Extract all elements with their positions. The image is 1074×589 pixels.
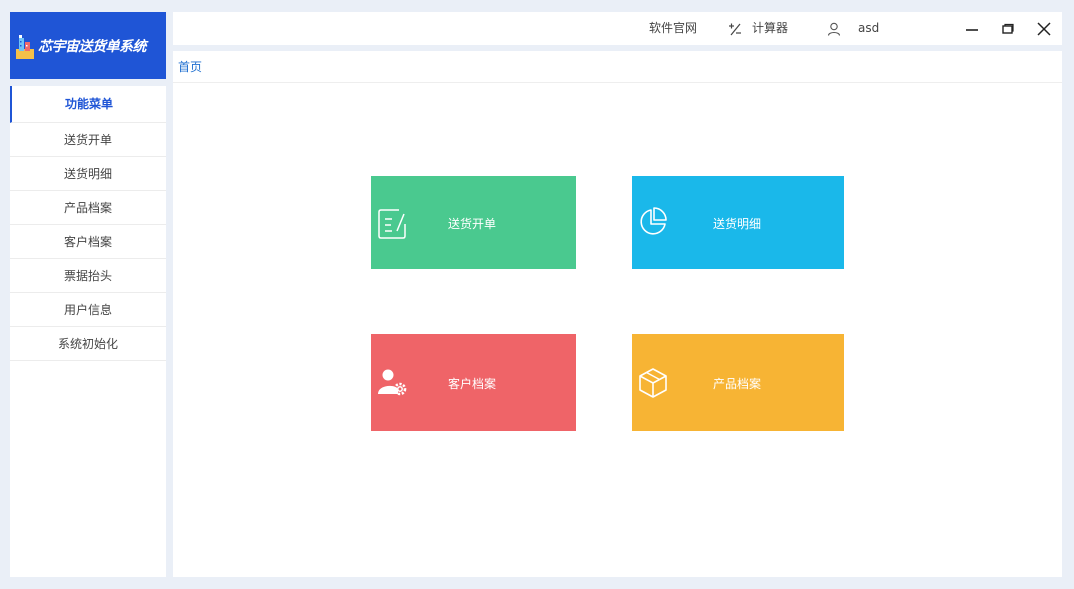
website-link[interactable]: 软件官网 [649,12,697,45]
username: asd [858,21,880,35]
website-label: 软件官网 [649,21,698,35]
user-settings-icon [378,369,407,396]
box-icon [639,368,667,398]
sidebar-item-invoice-header[interactable]: 票据抬头 [10,259,166,293]
tile-delivery-details[interactable]: 送货明细 [632,176,844,269]
maximize-button[interactable] [1000,21,1016,37]
tile-label: 客户档案 [448,377,497,391]
tile-label: 送货开单 [448,217,497,231]
calculator-button[interactable]: 计算器 [728,12,788,45]
sidebar-item-system-init[interactable]: 系统初始化 [10,327,166,361]
app-logo: 芯宇宙送货单系统 [10,12,166,79]
sidebar-item-customer-archive[interactable]: 客户档案 [10,225,166,259]
top-bar: 软件官网 计算器 asd [173,12,1062,45]
pie-chart-icon [640,207,667,235]
tile-product-archive[interactable]: 产品档案 [632,334,844,431]
sidebar: 功能菜单 送货开单 送货明细 产品档案 客户档案 票据抬头 用户信息 系统初始化 [10,86,166,577]
breadcrumb-home[interactable]: 首页 [178,60,202,74]
app-title: 芯宇宙送货单系统 [38,38,147,55]
sidebar-item-product-archive[interactable]: 产品档案 [10,191,166,225]
minimize-icon [966,29,978,31]
user-icon [827,22,841,36]
minimize-button[interactable] [964,21,980,37]
sidebar-item-delivery-details[interactable]: 送货明细 [10,157,166,191]
main-panel: 首页 送货开单 送货明细 客户档案 产品档案 [173,51,1062,577]
close-button[interactable] [1036,21,1052,37]
sidebar-item-function-menu[interactable]: 功能菜单 [10,86,166,123]
sidebar-item-delivery-order[interactable]: 送货开单 [10,123,166,157]
tile-customer-archive[interactable]: 客户档案 [371,334,576,431]
tile-label: 产品档案 [713,377,762,391]
tile-label: 送货明细 [713,217,762,231]
tile-delivery-order[interactable]: 送货开单 [371,176,576,269]
breadcrumb: 首页 [173,51,1062,83]
calculator-label: 计算器 [752,21,789,35]
user-menu[interactable]: asd [827,12,879,45]
close-icon [1037,22,1051,36]
sidebar-item-user-info[interactable]: 用户信息 [10,293,166,327]
app-logo-icon [14,32,36,60]
calculator-icon [729,23,741,35]
edit-document-icon [378,209,406,239]
restore-icon [1002,23,1014,34]
